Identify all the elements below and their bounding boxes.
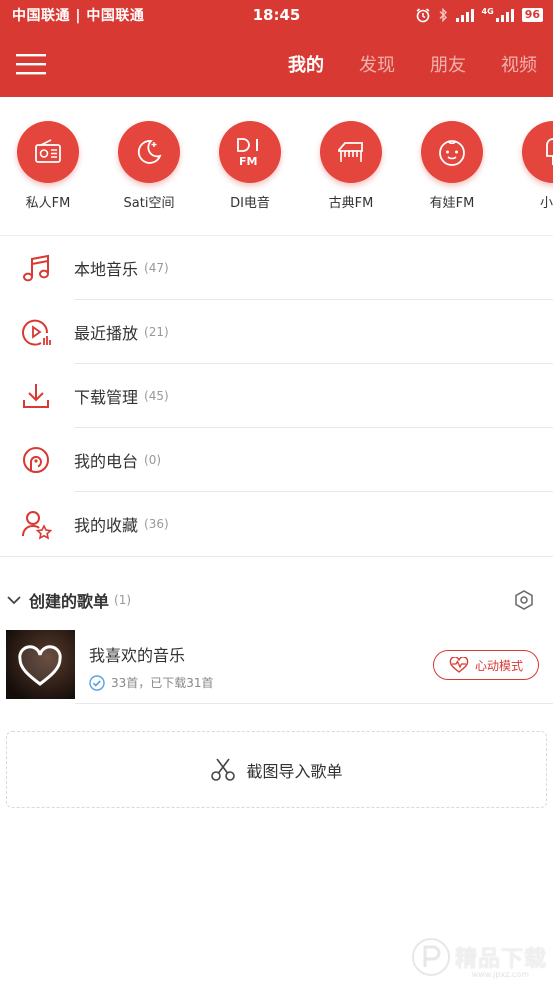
section-count: (1) [114,593,132,607]
playlist-row[interactable]: 我喜欢的音乐 33首，已下载31首 心动模式 [0,628,553,704]
quick-item-xiaobing[interactable]: 小冰 [503,121,553,211]
heart-mode-button[interactable]: 心动模式 [433,650,539,680]
hamburger-menu-icon[interactable] [16,52,46,76]
quick-item-classical[interactable]: 古典FM [301,121,401,211]
playlist-stats: 33首，已下载31首 [111,676,214,690]
menu-label: 我的电台 [74,452,139,471]
divider [75,703,553,704]
downloaded-check-icon [89,674,105,691]
piano-icon [320,121,382,183]
heartbeat-icon [449,657,469,673]
import-playlist-button[interactable]: 截图导入歌单 [6,731,547,808]
menu-item-recent-play[interactable]: 最近播放 (21) [0,300,553,364]
quick-item-personal-fm[interactable]: 私人FM [0,121,98,211]
menu-count: (0) [144,453,162,467]
quick-label: DI电音 [230,196,270,211]
tab-bar: 我的 发现 朋友 视频 [288,30,537,97]
baby-face-icon [421,121,483,183]
watermark-text: 精品下载 [454,947,547,972]
battery-level: 96 [521,8,543,22]
top-nav: 我的 发现 朋友 视频 [0,30,553,97]
menu-count: (45) [144,389,169,403]
favorite-user-icon [18,506,54,542]
playlist-name: 我喜欢的音乐 [89,646,186,665]
import-label: 截图导入歌单 [246,761,343,781]
tab-discover[interactable]: 发现 [359,51,395,77]
radio-station-icon [18,442,54,478]
watermark-url: www.jpxz.com [471,970,529,979]
menu-label: 我的收藏 [74,516,139,535]
menu-label: 下载管理 [74,388,139,407]
watermark-logo-icon [411,938,450,976]
created-playlists-header[interactable]: 创建的歌单 (1) [0,574,553,626]
carrier-label: 中国联通 | 中国联通 [12,8,145,24]
playlist-cover [6,630,75,699]
menu-count: (21) [144,325,169,339]
scissors-icon [211,758,236,781]
quick-item-di[interactable]: FM DI电音 [200,121,300,211]
menu-label: 最近播放 [74,324,139,343]
moon-icon [118,121,180,183]
quick-label: 有娃FM [429,196,475,211]
download-icon [18,378,54,414]
popsicle-icon [522,121,553,183]
menu-item-local-music[interactable]: 本地音乐 (47) [0,236,553,300]
di-fm-icon: FM [219,121,281,183]
menu-count: (47) [144,261,169,275]
quick-label: Sati空间 [123,196,175,211]
bluetooth-icon [439,7,447,23]
tab-video[interactable]: 视频 [501,51,537,77]
quick-label: 私人FM [25,196,71,211]
radio-icon [17,121,79,183]
section-title: 创建的歌单 [29,592,110,611]
menu-count: (36) [144,517,169,531]
tab-friends[interactable]: 朋友 [430,51,466,77]
settings-hexagon-icon[interactable] [513,589,535,611]
quick-label: 古典FM [328,196,374,211]
status-icons: 4G 96 [415,7,543,23]
recent-play-icon [18,314,54,350]
signal-icon-2 [495,9,514,22]
heart-mode-label: 心动模式 [474,658,523,673]
quick-label: 小冰 [539,196,553,211]
menu-item-my-radio[interactable]: 我的电台 (0) [0,428,553,492]
my-music-menu: 本地音乐 (47) 最近播放 (21) 下载管理 (45) 我的电台 (0) 我… [0,236,553,557]
divider [0,556,553,557]
watermark: 精品下载 www.jpxz.com [411,937,547,979]
chevron-down-icon[interactable] [5,591,23,609]
music-note-icon [18,250,54,286]
quick-item-kids-fm[interactable]: 有娃FM [402,121,502,211]
menu-item-favorites[interactable]: 我的收藏 (36) [0,492,553,556]
signal-icon [455,9,474,22]
playlist-meta: 33首，已下载31首 [89,674,214,691]
network-type: 4G [481,6,494,16]
quick-access-row: 私人FM Sati空间 FM DI电音 古典FM 有娃FM 小 [0,97,553,236]
menu-item-downloads[interactable]: 下载管理 (45) [0,364,553,428]
alarm-icon [416,8,430,23]
tab-mine[interactable]: 我的 [288,51,324,77]
status-bar: 中国联通 | 中国联通 18:45 4G 96 [0,0,553,30]
menu-label: 本地音乐 [74,260,139,279]
quick-item-sati[interactable]: Sati空间 [99,121,199,211]
svg-text:FM: FM [239,155,257,168]
